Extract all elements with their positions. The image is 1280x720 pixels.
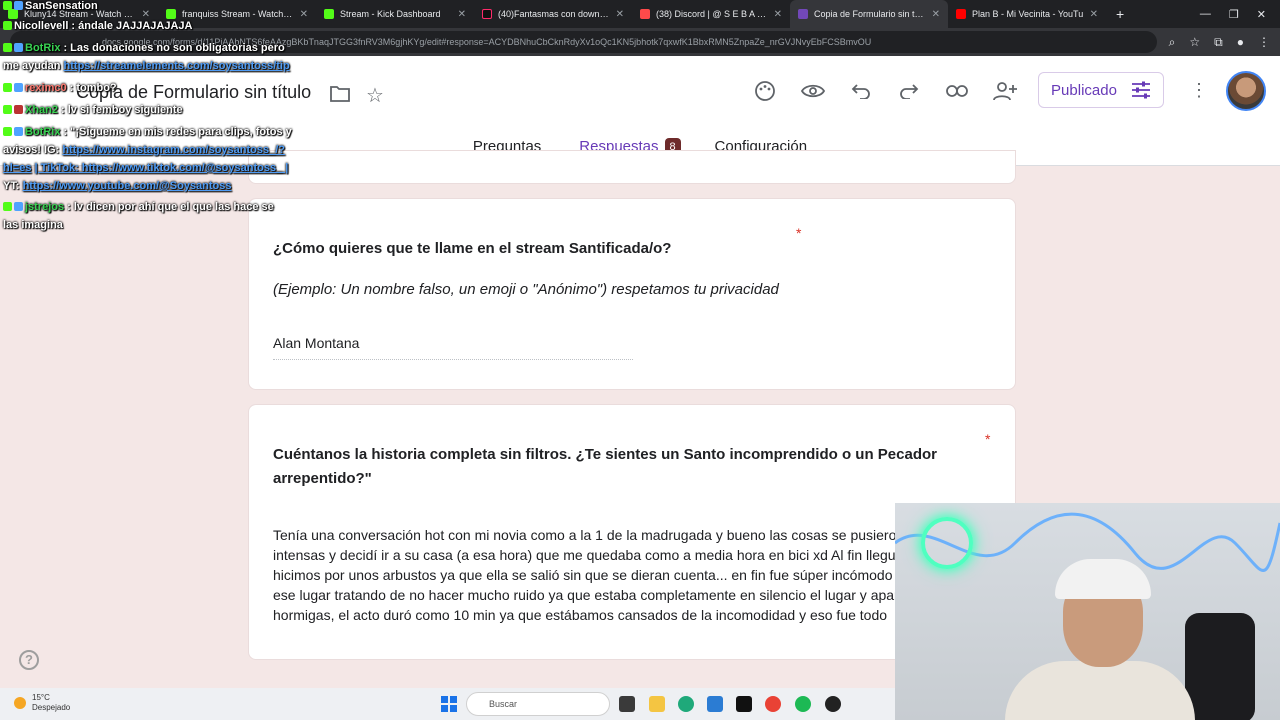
app-y-icon[interactable] [736,696,752,712]
gaming-chair [1185,613,1255,720]
kick-badge-icon [3,21,12,30]
bookmark-star-icon[interactable]: ☆ [1189,35,1200,50]
kick-badge-icon [3,127,12,136]
chat-message: me ayudan https://streamelements.com/soy… [3,60,290,72]
sub-badge-icon [14,83,23,92]
streamer-cap [1055,559,1151,599]
required-asterisk: * [985,431,991,447]
window-controls: — ❐ ✕ [1200,8,1280,21]
undo-icon[interactable] [848,78,874,104]
kick-badge-icon [3,105,12,114]
short-answer-response: Alan Montana [273,335,633,360]
edge-icon[interactable] [678,696,694,712]
close-tab-icon[interactable]: ✕ [774,9,782,20]
question-description: (Ejemplo: Un nombre falso, un emoji o "A… [273,281,779,298]
windows-start-icon[interactable] [441,696,457,712]
chat-message: avisos! IG: https://www.instagram.com/so… [3,144,286,156]
question-title-line: arrepentido?" [273,470,372,487]
browser-tab[interactable]: (40)Fantasmas con down | TikT✕ [474,0,632,28]
question-title: ¿Cómo quieres que te llame en el stream … [273,240,672,257]
minimize-icon[interactable]: — [1200,8,1211,21]
maximize-icon[interactable]: ❐ [1229,8,1239,21]
menu-icon[interactable]: ⋮ [1258,35,1270,50]
bot-badge-icon [14,127,23,136]
tiktok-favicon-icon [482,9,492,19]
profile-icon[interactable]: ● [1237,35,1244,50]
chat-message: Xhan2: lv si femboy siguiente [3,101,183,119]
chrome-icon[interactable] [765,696,781,712]
required-asterisk: * [796,225,802,241]
forms-favicon-icon [798,9,808,19]
browser-tab[interactable]: Plan B - Mi Vecinita - YouTu ✕ [948,0,1106,28]
kick-badge-icon [3,202,12,211]
taskbar-search-input[interactable]: Buscar [466,692,610,716]
windows-taskbar: 15°C Despejado Buscar [0,688,895,720]
close-tab-icon[interactable]: ✕ [1090,9,1098,20]
help-icon[interactable]: ? [19,650,39,670]
close-tab-icon[interactable]: ✕ [300,9,308,20]
chat-message: las imagina [3,219,63,231]
address-bar-icons: ⌕ ☆ ⧉ ● ⋮ [1169,35,1270,50]
redo-icon[interactable] [896,78,922,104]
kick-badge-icon [3,43,12,52]
publish-button[interactable]: Publicado [1038,72,1164,108]
streamer-body [1005,661,1195,720]
sub-badge-icon [14,202,23,211]
temperature: 15°C [32,693,50,702]
extensions-icon[interactable]: ⧉ [1214,35,1223,50]
discord-favicon-icon [640,9,650,19]
chat-message: hl=es | TikTok: https://www.tiktok.com/@… [3,162,289,174]
chat-message: BotRix: "¡Sígueme en mis redes para clip… [3,123,292,141]
chat-message: YT: https://www.youtube.com/@Soysantoss [3,180,232,192]
chat-message: jstrejos: lv dicen por ahí que el que la… [3,198,274,216]
star-icon[interactable]: ☆ [366,83,384,108]
task-view-icon[interactable] [619,696,635,712]
sun-icon [14,697,26,709]
sub-badge-icon [14,105,23,114]
more-options-icon[interactable]: ⋮ [1190,80,1208,101]
close-tab-icon[interactable]: ✕ [616,9,624,20]
weather-condition: Despejado [32,703,71,712]
obs-icon[interactable] [825,696,841,712]
browser-tab[interactable]: Stream - Kick Dashboard ✕ [316,0,474,28]
close-window-icon[interactable]: ✕ [1257,8,1266,21]
palette-icon[interactable] [752,78,778,104]
close-tab-icon[interactable]: ✕ [932,9,940,20]
question-card: ¿Cómo quieres que te llame en el stream … [248,198,1016,390]
new-tab-button[interactable]: + [1106,6,1134,22]
youtube-favicon-icon [956,9,966,19]
previous-question-card [248,150,1016,184]
tune-settings-icon [1131,81,1150,99]
browser-tab[interactable]: (38) Discord | @ S E B A S X H A✕ [632,0,790,28]
webcam-overlay [895,503,1280,720]
add-collaborator-icon[interactable] [992,78,1018,104]
publish-label: Publicado [1051,81,1117,99]
question-title-line: Cuéntanos la historia completa sin filtr… [273,446,937,463]
kick-badge-icon [3,1,12,10]
link-icon[interactable] [944,78,970,104]
sub-badge-icon [14,1,23,10]
kick-badge-icon [3,83,12,92]
store-icon[interactable] [707,696,723,712]
browser-tab-active[interactable]: Copia de Formulario sin título ✕ [790,0,948,28]
chat-message: reximc0: tombo? [3,79,117,97]
preview-eye-icon[interactable] [800,78,826,104]
spotify-icon[interactable] [795,696,811,712]
folder-icon[interactable] [330,84,350,102]
zoom-icon[interactable]: ⌕ [1169,35,1176,50]
account-avatar[interactable] [1226,71,1266,111]
kick-favicon-icon [324,9,334,19]
file-explorer-icon[interactable] [649,696,665,712]
chat-message: BotRix: Las donaciones no son obligatori… [3,39,285,57]
chat-message: SanSensation [3,0,101,15]
weather-widget[interactable]: 15°C Despejado [14,693,70,713]
close-tab-icon[interactable]: ✕ [458,9,466,20]
chat-message: Nicollevell: ándale JAJJAJAJAJA [3,17,192,35]
bot-badge-icon [14,43,23,52]
neon-smiley-icon [921,517,973,569]
